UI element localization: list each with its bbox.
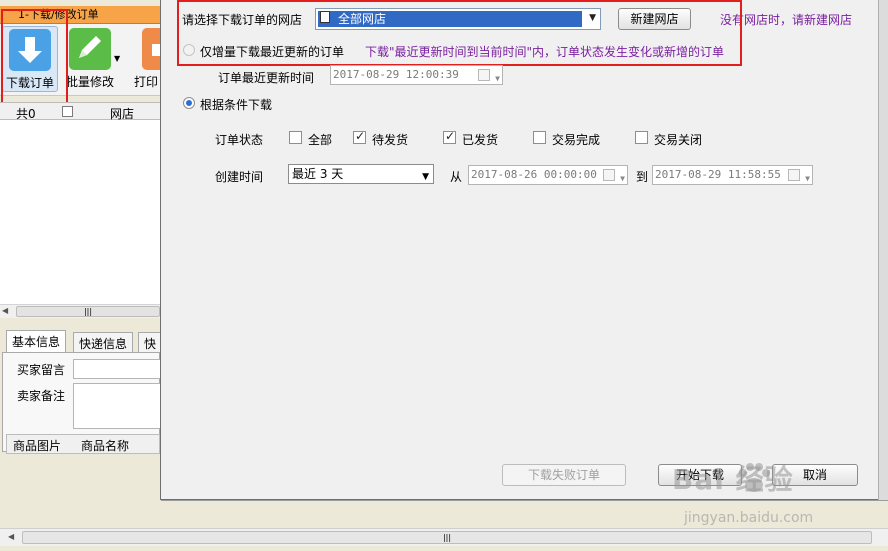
last-update-label: 订单最近更新时间 [218, 71, 315, 85]
module-tab[interactable]: 1-下载/修改订单 [0, 6, 160, 24]
document-icon [320, 11, 330, 23]
download-arrow-icon [9, 29, 51, 71]
status-pending-label: 待发货 [372, 133, 409, 147]
chevron-down-icon[interactable]: ▼ [589, 13, 596, 23]
last-update-field[interactable]: 2017-08-29 12:00:39 ▼ [330, 65, 503, 85]
status-pending-checkbox[interactable] [353, 129, 366, 144]
info-tabs: 基本信息 快递信息 快递 [0, 330, 168, 352]
status-closed-label: 交易关闭 [654, 133, 703, 147]
from-label: 从 [450, 170, 463, 184]
time-range-dropdown[interactable]: 最近 3 天 ▼ [288, 164, 434, 184]
seller-note-field[interactable] [73, 383, 163, 429]
batch-edit-label: 批量修改 [65, 75, 114, 89]
status-all-checkbox[interactable] [289, 131, 302, 144]
from-date-value: 2017-08-26 00:00:00 [471, 168, 597, 181]
start-download-button[interactable]: 开始下载 [658, 464, 742, 486]
status-closed-checkbox[interactable] [635, 131, 648, 144]
batch-dropdown-caret-icon[interactable]: ▼ [114, 54, 120, 63]
column-product-image[interactable]: 商品图片 [13, 437, 61, 454]
batch-edit-button[interactable]: 批量修改 [62, 26, 118, 92]
print-label: 打印 [134, 75, 159, 89]
new-shop-button[interactable]: 新建网店 [618, 8, 691, 30]
incremental-label: 仅增量下载最近更新的订单 [200, 45, 345, 59]
pencil-icon [69, 28, 111, 70]
shop-dropdown[interactable]: 全部网店 ▼ [315, 8, 601, 30]
download-orders-button[interactable]: 下载订单 [2, 26, 58, 92]
condition-label: 根据条件下载 [200, 98, 273, 112]
order-status-label: 订单状态 [215, 133, 264, 147]
buyer-message-label: 买家留言 [17, 363, 66, 377]
product-table-header: 商品图片 商品名称 [6, 434, 160, 454]
download-failed-button[interactable]: 下载失败订单 [502, 464, 626, 486]
status-shipped-label: 已发货 [462, 133, 499, 147]
tab-express-info[interactable]: 快递信息 [73, 332, 134, 352]
incremental-radio[interactable] [183, 44, 195, 56]
scroll-left-icon[interactable]: ◀ [8, 532, 14, 541]
status-complete-checkbox[interactable] [533, 131, 546, 144]
last-update-value: 2017-08-29 12:00:39 [333, 68, 459, 81]
select-all-checkbox[interactable] [62, 106, 73, 117]
status-complete-label: 交易完成 [552, 133, 601, 147]
shop-select-label: 请选择下载订单的网店 [182, 13, 303, 27]
chevron-down-icon[interactable]: ▼ [495, 70, 500, 88]
order-list-header: 共0 网店 [0, 102, 160, 121]
column-product-name[interactable]: 商品名称 [81, 437, 129, 454]
status-all-label: 全部 [308, 133, 333, 147]
chevron-down-icon[interactable]: ▼ [422, 168, 429, 186]
condition-radio[interactable] [183, 97, 195, 109]
order-list [0, 120, 160, 306]
scroll-left-icon[interactable]: ◀ [2, 306, 8, 315]
to-label: 到 [636, 170, 649, 184]
incremental-note: 下载"最近更新时间到当前时间"内，订单状态发生变化或新增的订单 [365, 45, 725, 59]
scroll-thumb[interactable]: ||| [16, 306, 160, 317]
seller-note-label: 卖家备注 [17, 389, 66, 403]
calendar-icon[interactable] [603, 169, 615, 181]
to-date-value: 2017-08-29 11:58:55 [655, 168, 781, 181]
download-orders-label: 下载订单 [5, 76, 54, 90]
chevron-down-icon[interactable]: ▼ [805, 170, 810, 188]
from-date-field[interactable]: 2017-08-26 00:00:00 ▼ [468, 165, 628, 185]
time-range-value: 最近 3 天 [292, 167, 344, 181]
toolbar: 下载订单 批量修改 ▼ 打印 [0, 24, 164, 96]
main-horizontal-scrollbar[interactable]: ◀ ||| [0, 528, 888, 546]
to-date-field[interactable]: 2017-08-29 11:58:55 ▼ [652, 165, 813, 185]
cancel-button[interactable]: 取消 [772, 464, 858, 486]
status-shipped-checkbox[interactable] [443, 129, 456, 144]
order-list-scrollbar[interactable]: ◀ ||| [0, 304, 160, 318]
buyer-message-field[interactable] [73, 359, 163, 379]
calendar-icon[interactable] [478, 69, 490, 81]
scroll-thumb[interactable]: ||| [22, 531, 872, 544]
created-time-label: 创建时间 [215, 170, 264, 184]
shop-dropdown-selected: 全部网店 [318, 11, 582, 27]
dialog-frame-edge [878, 0, 888, 500]
chevron-down-icon[interactable]: ▼ [620, 170, 625, 188]
tab-basic-info[interactable]: 基本信息 [6, 330, 67, 352]
calendar-icon[interactable] [788, 169, 800, 181]
no-shop-hint: 没有网店时，请新建网店 [720, 13, 853, 27]
